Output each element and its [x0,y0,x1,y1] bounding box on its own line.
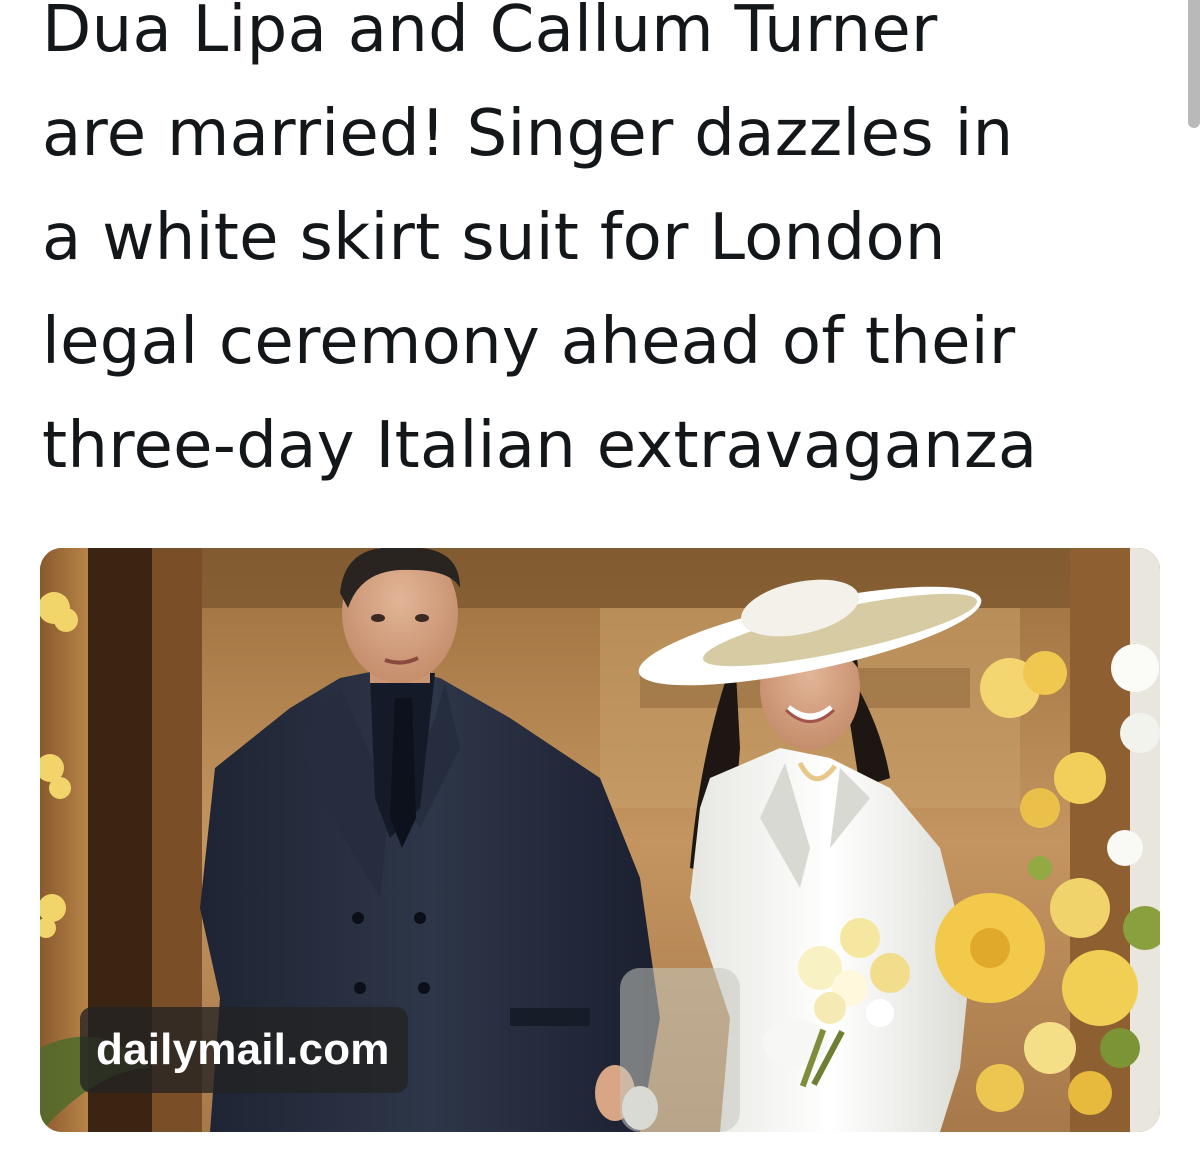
link-preview-card[interactable]: dailymail.com [40,548,1160,1132]
headline-line-4: legal ceremony ahead of their [42,305,1016,379]
source-label: dailymail.com [96,1025,390,1074]
headline-line-5: three-day Italian extravaganza [42,409,1038,483]
headline-line-2: are married! Singer dazzles in [42,97,1014,171]
source-badge[interactable]: dailymail.com [80,1007,408,1093]
headline-line-1: Dua Lipa and Callum Turner [42,0,938,67]
headline-line-3: a white skirt suit for London [42,201,946,275]
scrollbar[interactable] [1188,0,1200,128]
headline: Dua Lipa and Callum Turner are married! … [42,0,1152,498]
